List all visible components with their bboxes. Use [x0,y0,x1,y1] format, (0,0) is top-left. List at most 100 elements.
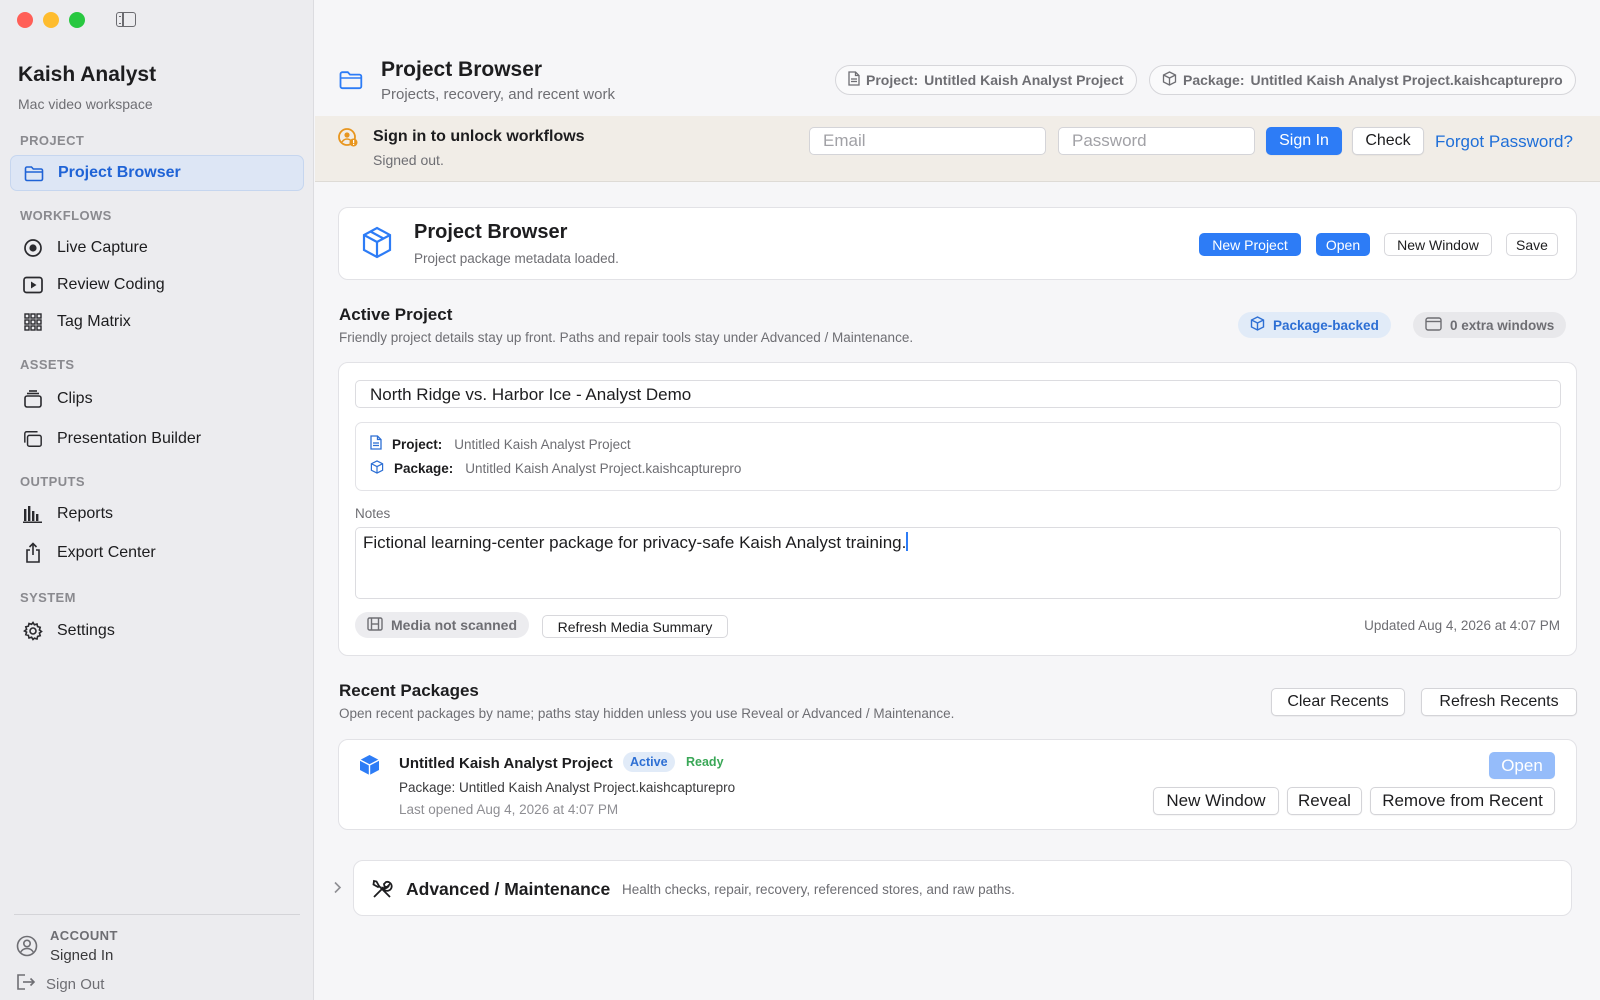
forgot-password-link[interactable]: Forgot Password? [1435,132,1573,152]
person-warning-icon [337,128,359,153]
project-value: Untitled Kaish Analyst Project [924,72,1124,88]
active-project-card: North Ridge vs. Harbor Ice - Analyst Dem… [338,362,1577,656]
sidebar-item-label: Presentation Builder [57,430,202,447]
sidebar-item-label: Tag Matrix [57,313,131,330]
sidebar-item-review-coding[interactable]: Review Coding [10,267,304,303]
person-circle-icon [16,935,38,962]
open-recent-button[interactable]: Open [1489,752,1555,779]
folder-icon [339,70,363,95]
sidebar-item-live-capture[interactable]: Live Capture [10,230,304,266]
signin-title: Sign in to unlock workflows [373,128,585,145]
notes-text: Fictional learning-center package for pr… [363,533,907,552]
sidebar-item-settings[interactable]: Settings [10,613,304,649]
remove-from-recent-button[interactable]: Remove from Recent [1370,787,1555,815]
recent-packages-subtitle: Open recent packages by name; paths stay… [339,706,955,721]
package-backed-badge: Package-backed [1238,312,1391,338]
open-button[interactable]: Open [1316,233,1370,256]
new-project-button[interactable]: New Project [1199,233,1301,256]
cube-icon [1250,316,1265,334]
sidebar-item-label: Export Center [57,544,156,561]
sidebar-item-label: Clips [57,390,93,407]
notes-textarea[interactable]: Fictional learning-center package for pr… [355,527,1561,599]
cube-icon [361,226,393,265]
sidebar-item-reports[interactable]: Reports [10,496,304,532]
sidebar-item-export-center[interactable]: Export Center [10,535,304,571]
card-subtitle: Project package metadata loaded. [414,251,619,266]
package-backed-label: Package-backed [1273,317,1379,333]
project-name-field[interactable]: North Ridge vs. Harbor Ice - Analyst Dem… [355,380,1561,408]
extra-windows-badge: 0 extra windows [1413,312,1567,338]
email-field[interactable] [809,127,1046,155]
project-browser-card: Project Browser Project package metadata… [338,207,1577,280]
project-key: Project: [866,72,919,88]
recent-package-path: Package: Untitled Kaish Analyst Project.… [399,780,736,795]
new-window-recent-button[interactable]: New Window [1153,787,1279,815]
advanced-title: Advanced / Maintenance [406,879,611,899]
section-assets: ASSETS [20,357,75,372]
close-window-button[interactable] [17,12,33,28]
package-info-row: Package: Untitled Kaish Analyst Project.… [370,460,741,477]
sign-out-button[interactable]: Sign Out [16,973,104,995]
document-icon [848,71,860,89]
sidebar-toggle-icon[interactable] [116,12,136,27]
chevron-right-icon[interactable] [333,881,342,897]
sign-in-button[interactable]: Sign In [1266,127,1342,155]
project-value: Untitled Kaish Analyst Project [454,436,631,452]
updated-timestamp: Updated Aug 4, 2026 at 4:07 PM [1364,618,1560,633]
main-content: Project Browser Projects, recovery, and … [315,0,1600,1000]
sidebar-item-label: Reports [57,505,114,522]
password-field[interactable] [1058,127,1255,155]
package-key: Package: [1183,72,1245,88]
header-package-pill: Package: Untitled Kaish Analyst Project.… [1149,65,1576,95]
window-icon [1425,316,1442,334]
section-outputs: OUTPUTS [20,474,85,489]
package-value: Untitled Kaish Analyst Project.kaishcapt… [465,461,742,476]
signin-banner: Sign in to unlock workflows Signed out. … [315,116,1600,182]
app-subtitle: Mac video workspace [18,96,153,112]
extra-windows-label: 0 extra windows [1450,317,1555,333]
card-title: Project Browser [414,221,568,243]
package-key: Package: [394,461,454,476]
page-title: Project Browser [381,58,543,81]
sidebar-item-tag-matrix[interactable]: Tag Matrix [10,304,304,340]
refresh-recents-button[interactable]: Refresh Recents [1421,688,1577,716]
advanced-maintenance-disclosure[interactable]: Advanced / Maintenance Health checks, re… [353,860,1572,916]
cube-fill-icon [359,754,380,781]
active-project-title: Active Project [339,305,453,324]
recent-last-opened: Last opened Aug 4, 2026 at 4:07 PM [399,802,619,817]
sign-out-icon [16,973,36,995]
clear-recents-button[interactable]: Clear Recents [1271,688,1405,716]
account-status: Signed In [50,947,114,964]
share-icon [23,542,43,563]
wrench-screwdriver-icon [371,878,393,905]
sidebar-item-presentation-builder[interactable]: Presentation Builder [10,421,304,457]
refresh-media-summary-button[interactable]: Refresh Media Summary [542,615,728,638]
reveal-button[interactable]: Reveal [1287,787,1362,815]
sidebar-item-clips[interactable]: Clips [10,381,304,417]
media-status-badge: Media not scanned [355,612,530,638]
divider [14,914,300,915]
sidebar-item-label: Settings [57,622,115,639]
page-subtitle: Projects, recovery, and recent work [381,86,615,103]
window-controls [17,12,85,28]
gear-icon [23,621,43,641]
save-button[interactable]: Save [1506,233,1558,256]
sidebar-item-label: Review Coding [57,276,165,293]
sidebar-item-project-browser[interactable]: Project Browser [10,155,304,191]
zoom-window-button[interactable] [69,12,85,28]
new-window-button[interactable]: New Window [1384,233,1492,256]
document-icon [370,435,382,453]
minimize-window-button[interactable] [43,12,59,28]
check-button[interactable]: Check [1352,127,1424,155]
recent-package-row[interactable]: Untitled Kaish Analyst Project Active Re… [338,739,1577,830]
notes-label: Notes [355,506,391,521]
app-title: Kaish Analyst [18,63,157,86]
signin-status: Signed out. [373,152,444,168]
project-key: Project: [392,436,443,452]
active-badge: Active [623,752,675,772]
play-rectangle-icon [23,275,43,295]
recent-package-name: Untitled Kaish Analyst Project [399,755,613,772]
sidebar: Kaish Analyst Mac video workspace PROJEC… [0,0,314,1000]
film-icon [367,616,383,634]
sign-out-label: Sign Out [46,975,105,993]
